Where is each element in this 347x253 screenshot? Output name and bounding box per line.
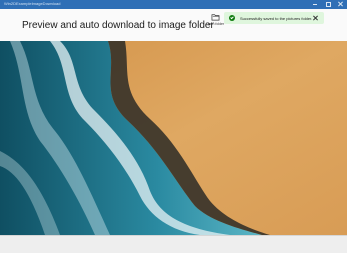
page-title: Preview and auto download to image folde… bbox=[22, 20, 214, 31]
open-folder-button[interactable]: Open folder bbox=[204, 13, 226, 31]
window-titlebar: Win2DExampleImageDownload bbox=[0, 0, 347, 9]
app-footer bbox=[0, 235, 347, 253]
minimize-icon[interactable] bbox=[312, 1, 318, 7]
window-title: Win2DExampleImageDownload bbox=[4, 1, 61, 6]
aerial-beach-photo bbox=[0, 41, 347, 235]
app-header: Preview and auto download to image folde… bbox=[0, 9, 347, 41]
close-notification-icon[interactable] bbox=[313, 15, 319, 21]
window-caption-buttons bbox=[312, 1, 344, 7]
open-folder-label: Open folder bbox=[205, 22, 225, 26]
notification-message: Successfully saved to the pictures folde… bbox=[240, 15, 313, 21]
maximize-icon[interactable] bbox=[325, 1, 331, 7]
success-notification: Successfully saved to the pictures folde… bbox=[224, 12, 324, 24]
checkmark-circle-icon bbox=[229, 15, 235, 21]
folder-open-icon bbox=[211, 14, 219, 21]
close-icon[interactable] bbox=[338, 1, 344, 7]
image-preview bbox=[0, 41, 347, 235]
